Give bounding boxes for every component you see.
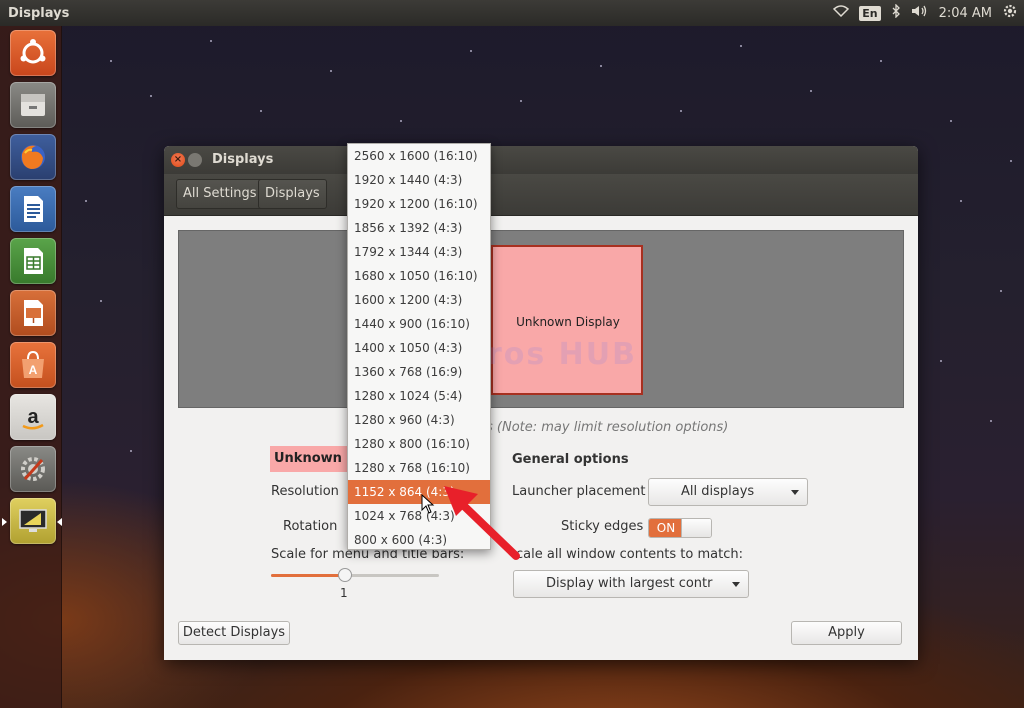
ubuntu-dash-icon[interactable] bbox=[10, 30, 56, 76]
volume-icon[interactable] bbox=[911, 4, 929, 22]
sticky-edges-switch[interactable]: ON bbox=[648, 518, 712, 538]
resolution-label: Resolution bbox=[271, 484, 339, 499]
apply-button[interactable]: Apply bbox=[791, 621, 902, 645]
window-toolbar: All Settings Displays bbox=[164, 174, 918, 216]
resolution-option[interactable]: 1680 x 1050 (16:10) bbox=[348, 264, 490, 288]
scale-slider-handle[interactable] bbox=[337, 568, 352, 582]
focused-indicator bbox=[57, 518, 62, 526]
svg-text:A: A bbox=[29, 363, 38, 377]
sticky-edges-label: Sticky edges bbox=[561, 519, 644, 534]
scale-slider-fill bbox=[271, 574, 345, 577]
resolution-option[interactable]: 1792 x 1344 (4:3) bbox=[348, 240, 490, 264]
resolution-option[interactable]: 1440 x 900 (16:10) bbox=[348, 312, 490, 336]
annotation-arrow-icon bbox=[444, 486, 520, 560]
ubuntu-software-icon[interactable]: A bbox=[10, 342, 56, 388]
monitor-arrangement-area[interactable]: Unknown Display TechPros HUB bbox=[178, 230, 904, 408]
firefox-icon[interactable] bbox=[10, 134, 56, 180]
scale-all-value: Display with largest contr bbox=[546, 576, 713, 591]
gear-icon[interactable] bbox=[1002, 3, 1018, 23]
bluetooth-icon[interactable] bbox=[891, 3, 901, 22]
resolution-option[interactable]: 1920 x 1200 (16:10) bbox=[348, 192, 490, 216]
mouse-pointer-icon bbox=[421, 494, 435, 514]
launcher-placement-value: All displays bbox=[681, 484, 755, 499]
resolution-option[interactable]: 1400 x 1050 (4:3) bbox=[348, 336, 490, 360]
libreoffice-calc-icon[interactable] bbox=[10, 238, 56, 284]
amazon-icon[interactable]: a bbox=[10, 394, 56, 440]
detect-displays-button[interactable]: Detect Displays bbox=[178, 621, 290, 645]
window-title: Displays bbox=[212, 152, 274, 167]
clock[interactable]: 2:04 AM bbox=[939, 6, 992, 21]
libreoffice-impress-icon[interactable] bbox=[10, 290, 56, 336]
resolution-option[interactable]: 2560 x 1600 (16:10) bbox=[348, 144, 490, 168]
window-titlebar[interactable]: × Displays bbox=[164, 146, 918, 174]
chevron-down-icon bbox=[791, 490, 799, 495]
resolution-option[interactable]: 1280 x 800 (16:10) bbox=[348, 432, 490, 456]
resolution-option[interactable]: 1360 x 768 (16:9) bbox=[348, 360, 490, 384]
displays-app-icon[interactable] bbox=[10, 498, 56, 544]
indicator-area: En 2:04 AM bbox=[833, 0, 1018, 26]
launcher: A a bbox=[0, 26, 62, 708]
scale-slider[interactable] bbox=[271, 568, 439, 582]
all-settings-button[interactable]: All Settings bbox=[176, 179, 264, 209]
wifi-icon[interactable] bbox=[833, 5, 850, 21]
monitor-preview[interactable]: Unknown Display bbox=[491, 245, 643, 395]
selected-display-name: Unknown Di bbox=[270, 446, 352, 472]
scale-value: 1 bbox=[340, 586, 348, 600]
resolution-note: s (Note: may limit resolution options) bbox=[486, 420, 729, 435]
files-icon[interactable] bbox=[10, 82, 56, 128]
resolution-option[interactable]: 1280 x 1024 (5:4) bbox=[348, 384, 490, 408]
scale-all-combo[interactable]: Display with largest contr bbox=[513, 570, 749, 598]
scale-all-label: cale all window contents to match: bbox=[516, 547, 743, 562]
monitor-label: Unknown Display bbox=[516, 315, 620, 329]
launcher-placement-label: Launcher placement bbox=[512, 484, 646, 499]
general-options-heading: General options bbox=[512, 452, 629, 467]
switch-knob bbox=[681, 519, 711, 537]
running-indicator bbox=[2, 518, 7, 526]
top-panel: Displays En 2:04 AM bbox=[0, 0, 1024, 26]
svg-text:a: a bbox=[27, 406, 39, 428]
libreoffice-writer-icon[interactable] bbox=[10, 186, 56, 232]
chevron-down-icon bbox=[732, 582, 740, 587]
launcher-placement-combo[interactable]: All displays bbox=[648, 478, 808, 506]
resolution-option[interactable]: 1856 x 1392 (4:3) bbox=[348, 216, 490, 240]
displays-breadcrumb-button[interactable]: Displays bbox=[258, 179, 327, 209]
displays-window: × Displays All Settings Displays Unknown… bbox=[164, 146, 918, 660]
switch-on-label: ON bbox=[649, 519, 683, 537]
keyboard-layout-indicator[interactable]: En bbox=[859, 5, 881, 21]
close-icon[interactable]: × bbox=[171, 153, 185, 167]
resolution-option[interactable]: 1920 x 1440 (4:3) bbox=[348, 168, 490, 192]
resolution-option[interactable]: 1280 x 960 (4:3) bbox=[348, 408, 490, 432]
rotation-label: Rotation bbox=[283, 519, 338, 534]
active-app-title: Displays bbox=[8, 5, 70, 21]
system-settings-icon[interactable] bbox=[10, 446, 56, 492]
resolution-option[interactable]: 1280 x 768 (16:10) bbox=[348, 456, 490, 480]
resolution-option[interactable]: 1600 x 1200 (4:3) bbox=[348, 288, 490, 312]
minimize-icon[interactable] bbox=[188, 153, 202, 167]
